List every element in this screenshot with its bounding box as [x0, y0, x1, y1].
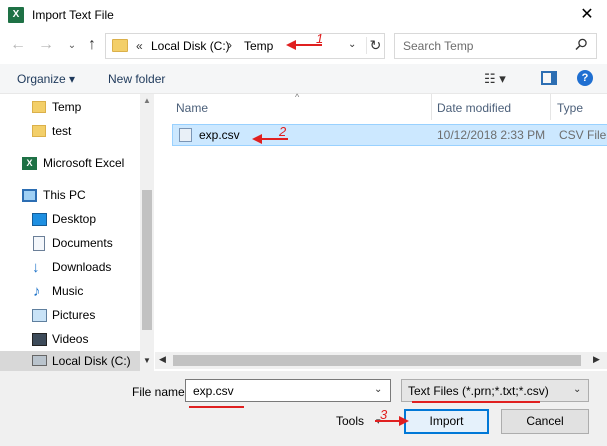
annotation-step-2: 2: [279, 124, 287, 139]
annotation-arrowhead-3: [399, 416, 409, 426]
annotation-step-3: 3: [380, 407, 388, 422]
annotation-arrowhead-2: [252, 134, 262, 144]
annotation-step-1: 1: [316, 31, 324, 46]
annotation-arrowhead-1: [286, 40, 296, 50]
annotation-overlay: [189, 40, 540, 426]
